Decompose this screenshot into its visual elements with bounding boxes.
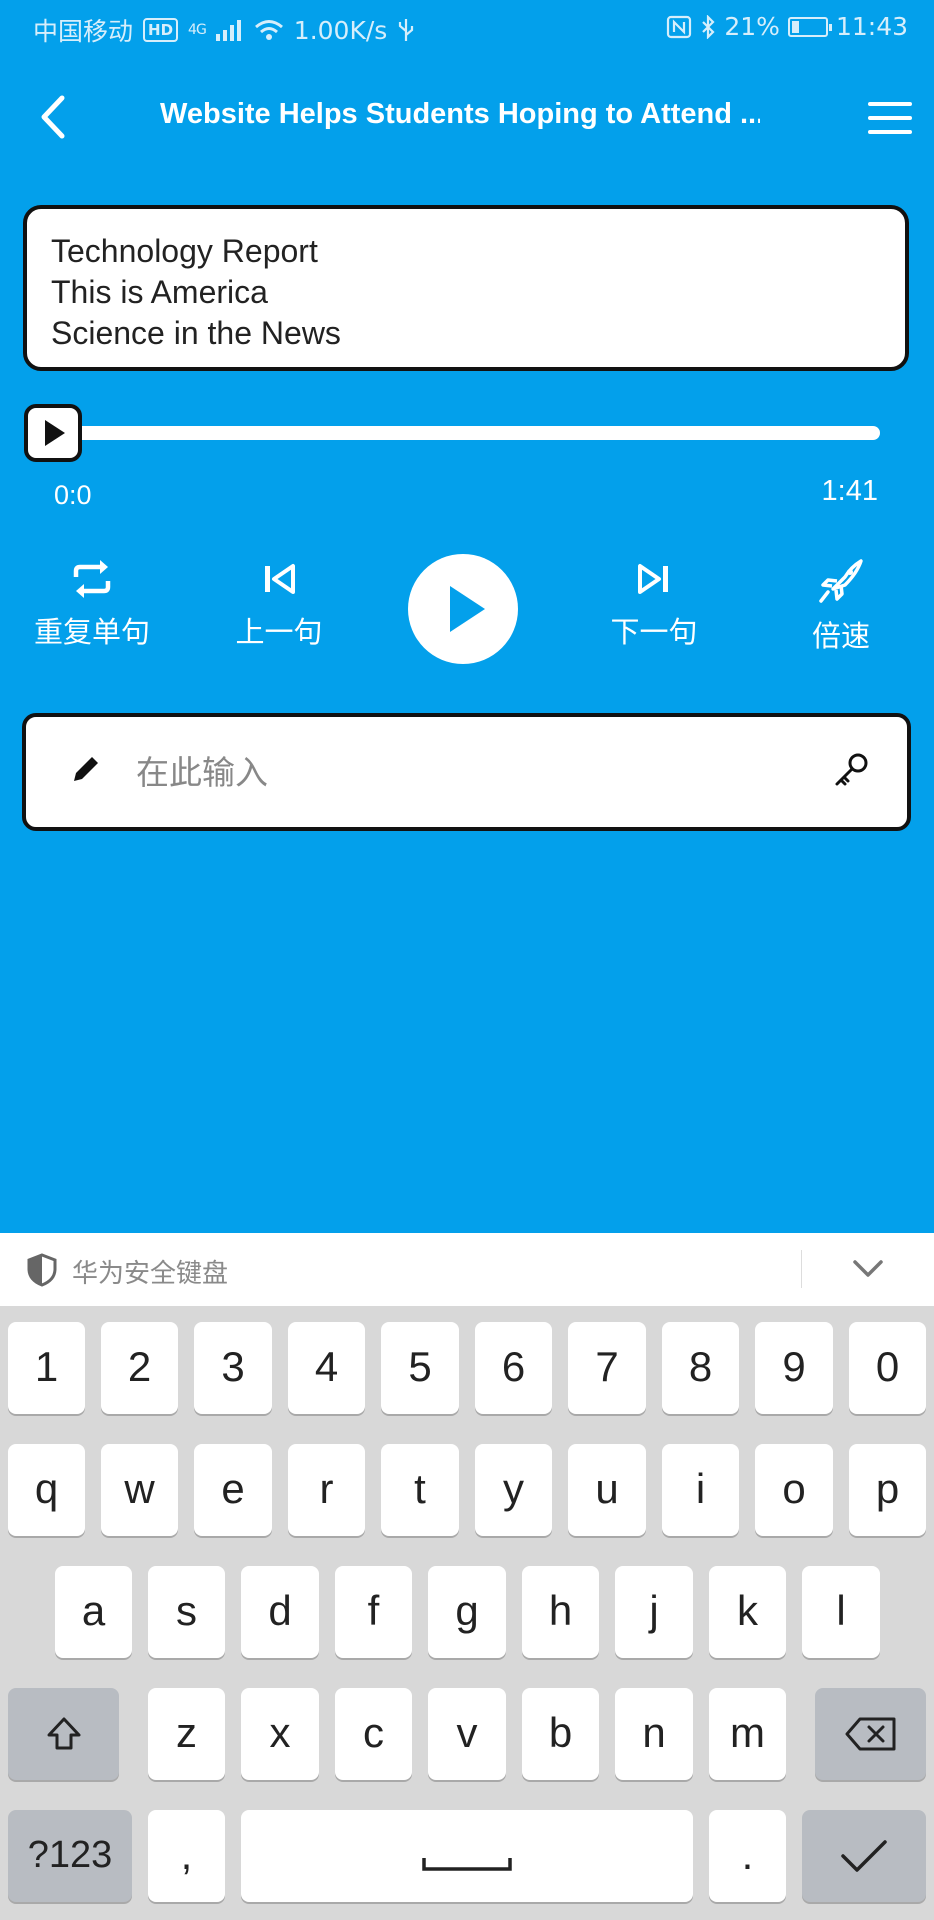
key-t[interactable]: t: [381, 1444, 459, 1536]
play-icon: [45, 420, 65, 446]
category-line[interactable]: Technology Report: [51, 231, 881, 272]
checkmark-icon: [841, 1840, 887, 1872]
previous-label: 上一句: [235, 615, 323, 649]
key-j[interactable]: j: [615, 1566, 693, 1658]
key-m[interactable]: m: [709, 1688, 786, 1780]
hamburger-menu-icon[interactable]: [866, 98, 914, 138]
key-r[interactable]: r: [288, 1444, 365, 1536]
category-line[interactable]: This is America: [51, 272, 881, 313]
key-9[interactable]: 9: [755, 1322, 833, 1414]
key-d[interactable]: d: [241, 1566, 319, 1658]
network-type: 4G: [188, 22, 207, 38]
key-period[interactable]: .: [709, 1810, 786, 1902]
key-1[interactable]: 1: [8, 1322, 85, 1414]
key-3[interactable]: 3: [194, 1322, 272, 1414]
shift-key[interactable]: [8, 1688, 119, 1780]
battery-icon: [787, 16, 832, 37]
keyboard: 1 2 3 4 5 6 7 8 9 0 q w e r t y u i o p …: [0, 1306, 934, 1920]
answer-input-container[interactable]: [22, 713, 911, 831]
current-time: 0:0: [54, 480, 92, 510]
key-6[interactable]: 6: [475, 1322, 552, 1414]
progress-thumb[interactable]: [24, 404, 82, 462]
key-z[interactable]: z: [148, 1688, 225, 1780]
key-p[interactable]: p: [849, 1444, 926, 1536]
wifi-icon: [254, 20, 283, 40]
progress-track[interactable]: [50, 426, 880, 440]
key-e[interactable]: e: [194, 1444, 272, 1536]
bluetooth-icon: [702, 14, 715, 39]
signal-icon: [215, 20, 241, 41]
usb-icon: [399, 19, 414, 41]
symbols-key[interactable]: ?123: [8, 1810, 132, 1902]
status-bar: 中国移动 HD 4G 1.00K/s 21% 11:43: [0, 0, 934, 56]
speed-label: 倍速: [811, 619, 870, 653]
key-n[interactable]: n: [615, 1688, 693, 1780]
hd-badge: HD: [143, 18, 179, 42]
page-title: Website Helps Students Hoping to Attend …: [160, 98, 760, 130]
key-o[interactable]: o: [755, 1444, 833, 1536]
repeat-sentence-button[interactable]: 重复单句: [17, 555, 167, 651]
key-s[interactable]: s: [148, 1566, 225, 1658]
network-speed: 1.00K/s: [293, 15, 388, 45]
key-comma[interactable]: ,: [148, 1810, 225, 1902]
key-c[interactable]: c: [335, 1688, 412, 1780]
key-x[interactable]: x: [241, 1688, 319, 1780]
keyboard-title: 华为安全键盘: [72, 1259, 229, 1289]
backspace-icon: [845, 1717, 895, 1751]
key-w[interactable]: w: [101, 1444, 178, 1536]
next-sentence-button[interactable]: 下一句: [579, 555, 729, 651]
key-8[interactable]: 8: [662, 1322, 739, 1414]
key-b[interactable]: b: [522, 1688, 599, 1780]
key-l[interactable]: l: [802, 1566, 880, 1658]
key-7[interactable]: 7: [568, 1322, 646, 1414]
key-q[interactable]: q: [8, 1444, 85, 1536]
repeat-label: 重复单句: [33, 615, 150, 649]
backspace-key[interactable]: [815, 1688, 926, 1780]
total-time: 1:41: [821, 475, 878, 507]
key-5[interactable]: 5: [381, 1322, 459, 1414]
category-card: Technology Report This is America Scienc…: [23, 205, 909, 371]
enter-key[interactable]: [802, 1810, 926, 1902]
repeat-icon: [73, 560, 111, 598]
clock: 11:43: [835, 12, 908, 41]
next-label: 下一句: [610, 615, 698, 649]
key-v[interactable]: v: [428, 1688, 506, 1780]
key-a[interactable]: a: [55, 1566, 132, 1658]
playback-speed-button[interactable]: 倍速: [766, 555, 916, 655]
nfc-icon: [667, 15, 692, 38]
play-icon: [450, 586, 485, 632]
keyboard-header: 华为安全键盘: [0, 1233, 934, 1307]
key-g[interactable]: g: [428, 1566, 506, 1658]
space-key[interactable]: [241, 1810, 693, 1902]
space-icon: [422, 1858, 512, 1871]
play-button[interactable]: [408, 554, 518, 664]
top-app-bar: Website Helps Students Hoping to Attend …: [0, 70, 934, 166]
key-h[interactable]: h: [522, 1566, 599, 1658]
divider: [801, 1250, 802, 1288]
key-y[interactable]: y: [475, 1444, 552, 1536]
shift-icon: [47, 1717, 80, 1750]
chevron-down-icon[interactable]: [850, 1257, 886, 1281]
skip-previous-icon: [265, 564, 295, 594]
skip-next-icon: [638, 564, 668, 594]
pencil-icon: [74, 757, 98, 781]
key-f[interactable]: f: [335, 1566, 412, 1658]
key-2[interactable]: 2: [101, 1322, 178, 1414]
rocket-icon: [819, 559, 863, 603]
shield-icon: [27, 1253, 57, 1287]
key-i[interactable]: i: [662, 1444, 739, 1536]
key-u[interactable]: u: [568, 1444, 646, 1536]
key-k[interactable]: k: [709, 1566, 786, 1658]
key-4[interactable]: 4: [288, 1322, 365, 1414]
previous-sentence-button[interactable]: 上一句: [204, 555, 354, 651]
answer-input[interactable]: [134, 741, 718, 803]
back-icon[interactable]: [30, 92, 80, 142]
key-icon[interactable]: [831, 751, 871, 791]
battery-percent: 21%: [724, 12, 780, 41]
category-line[interactable]: Science in the News: [51, 313, 881, 354]
carrier-label: 中国移动: [33, 17, 134, 46]
key-0[interactable]: 0: [849, 1322, 926, 1414]
